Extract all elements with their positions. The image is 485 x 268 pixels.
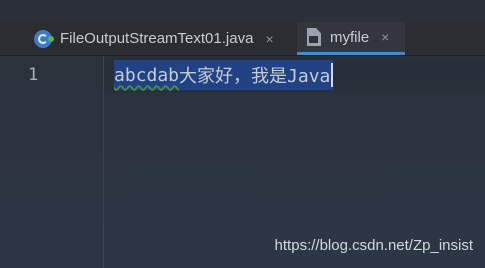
text-caret [331,63,334,87]
close-icon[interactable]: × [265,32,273,46]
close-icon[interactable]: × [381,30,389,44]
line-number: 1 [28,65,39,85]
code-text-rest[interactable]: 大家好，我是Java [179,62,330,88]
line-number-gutter [0,56,105,268]
code-line-selected[interactable]: abcdab 大家好，我是Java [114,60,334,90]
tab-label: myfile [330,28,370,46]
java-class-icon [34,29,54,48]
tab-label: FileOutputStreamText01.java [60,30,254,47]
code-text-ascii[interactable]: abcdab [114,65,179,86]
watermark: https://blog.csdn.net/Zp_insist [274,237,473,254]
editor-tab-bar: FileOutputStreamText01.java × myfile × [0,22,485,56]
tab-fileoutputstreamtext01[interactable]: FileOutputStreamText01.java × [30,22,295,55]
tab-myfile[interactable]: myfile × [297,22,405,55]
text-file-icon [307,28,321,46]
